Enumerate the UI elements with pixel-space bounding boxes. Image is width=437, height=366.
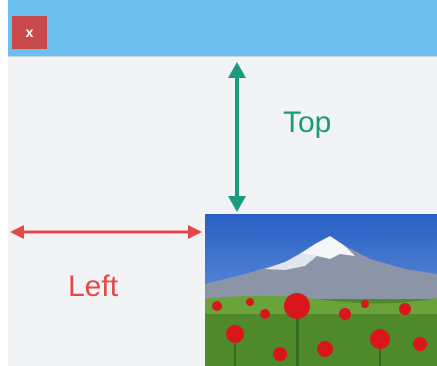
- top-label: Top: [283, 106, 332, 139]
- margin-arrows: [10, 62, 246, 239]
- top-arrow: [228, 62, 246, 212]
- left-arrow: [10, 225, 202, 239]
- app-window: x Top Left: [8, 0, 437, 366]
- left-label: Left: [68, 270, 119, 303]
